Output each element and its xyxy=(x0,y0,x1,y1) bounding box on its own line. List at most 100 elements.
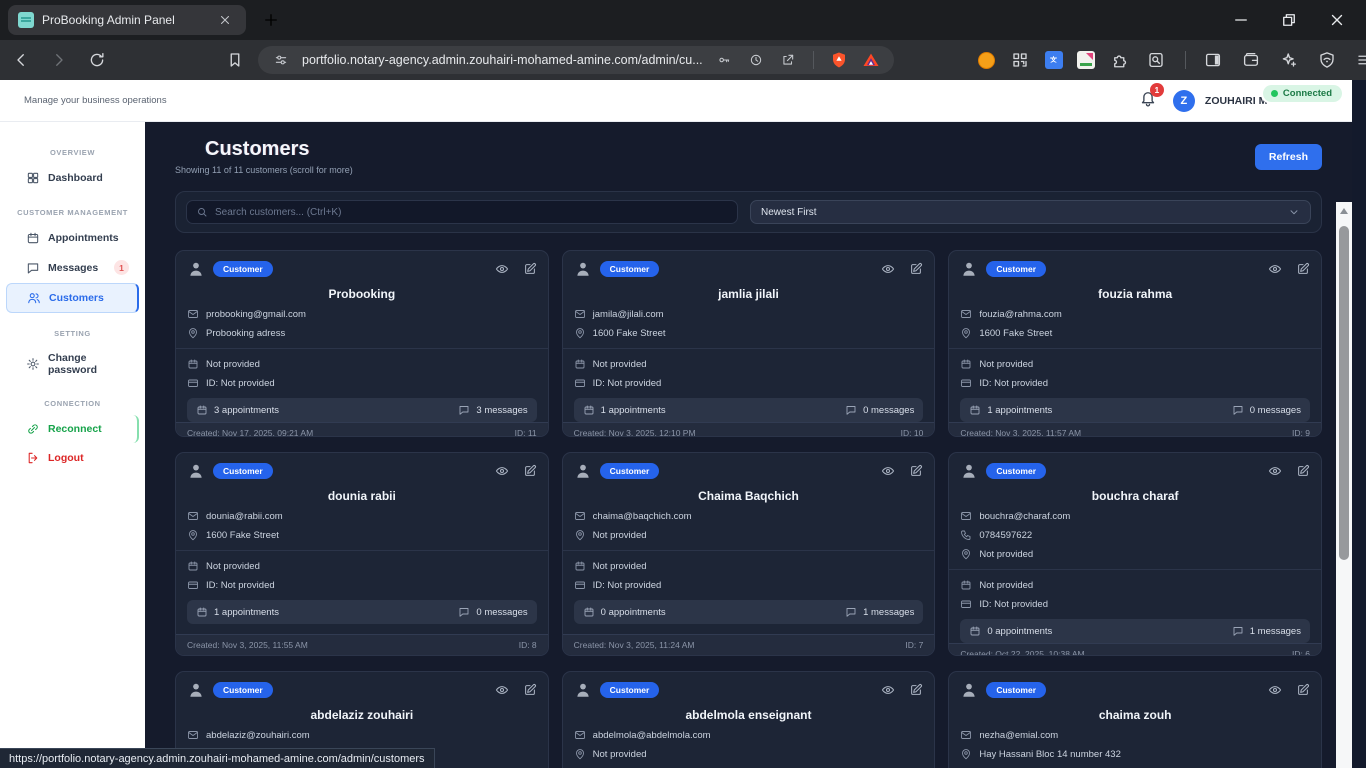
browser-tab[interactable]: ProBooking Admin Panel xyxy=(8,5,246,35)
url-bar[interactable]: portfolio.notary-agency.admin.zouhairi-m… xyxy=(258,46,894,74)
sidebar-section-setting: SETTING xyxy=(54,329,91,338)
customer-name: jamlia jilali xyxy=(718,287,779,301)
sort-select[interactable]: Newest First xyxy=(750,200,1311,224)
sidebar-item-appointments[interactable]: Appointments xyxy=(6,224,139,252)
extension-orange-icon[interactable] xyxy=(977,51,995,69)
forward-icon[interactable] xyxy=(48,49,70,71)
customer-avatar-icon xyxy=(960,681,978,699)
customer-id: ID: 9 xyxy=(1292,428,1310,437)
side-panel-icon[interactable] xyxy=(1202,49,1224,71)
edit-customer-pencil-icon[interactable] xyxy=(909,683,923,697)
customer-email-row: fouzia@rahma.com xyxy=(960,308,1310,320)
sidebar-item-logout[interactable]: Logout xyxy=(6,444,139,472)
edit-customer-pencil-icon[interactable] xyxy=(909,262,923,276)
sidebar-item-change-password[interactable]: Change password xyxy=(6,345,139,383)
card-divider xyxy=(562,550,935,551)
location-pin-icon xyxy=(574,748,586,760)
view-customer-eye-icon[interactable] xyxy=(881,464,895,478)
sidebar-item-messages[interactable]: Messages 1 xyxy=(6,253,139,282)
find-in-page-icon[interactable] xyxy=(1145,49,1167,71)
site-settings-icon[interactable] xyxy=(270,49,292,71)
close-icon[interactable] xyxy=(1326,9,1348,31)
view-customer-eye-icon[interactable] xyxy=(1268,464,1282,478)
calendar-icon xyxy=(969,404,981,416)
sidebar-item-customers[interactable]: Customers xyxy=(6,283,139,313)
appointments-stat: 1 appointments xyxy=(969,404,1052,416)
view-customer-eye-icon[interactable] xyxy=(495,464,509,478)
view-customer-eye-icon[interactable] xyxy=(1268,262,1282,276)
customer-id-document-row: ID: Not provided xyxy=(574,377,924,389)
refresh-button[interactable]: Refresh xyxy=(1254,144,1322,170)
wallet-icon[interactable] xyxy=(1240,49,1262,71)
back-icon[interactable] xyxy=(10,49,32,71)
status-url-tooltip: https://portfolio.notary-agency.admin.zo… xyxy=(0,748,435,768)
page-scrollbar[interactable] xyxy=(1336,202,1352,768)
scrollbar-thumb[interactable] xyxy=(1339,226,1349,560)
calendar-icon xyxy=(187,560,199,572)
view-customer-eye-icon[interactable] xyxy=(1268,683,1282,697)
card-footer: Created: Nov 17, 2025, 09:21 AM ID: 11 xyxy=(176,422,548,437)
customer-avatar-icon xyxy=(960,462,978,480)
customer-schedule-row: Not provided xyxy=(574,560,924,572)
view-customer-eye-icon[interactable] xyxy=(495,683,509,697)
browser-titlebar: ProBooking Admin Panel xyxy=(0,0,1366,40)
chat-icon xyxy=(1232,625,1244,637)
messages-stat: 1 messages xyxy=(845,606,914,618)
sidebar: OVERVIEW Dashboard CUSTOMER MANAGEMENT A… xyxy=(0,122,145,768)
user-avatar[interactable]: Z xyxy=(1172,89,1195,112)
card-divider xyxy=(176,550,548,551)
view-customer-eye-icon[interactable] xyxy=(881,683,895,697)
extension-downloader-icon[interactable] xyxy=(1076,51,1095,69)
customer-email-row: nezha@emial.com xyxy=(960,729,1310,741)
share-icon[interactable] xyxy=(777,49,799,71)
notification-bell-icon[interactable]: 1 xyxy=(1139,83,1164,112)
search-input[interactable] xyxy=(215,206,728,218)
customer-address-row: Not provided xyxy=(960,548,1310,560)
mail-icon xyxy=(187,308,199,320)
tab-close-icon[interactable] xyxy=(214,9,236,31)
view-customer-eye-icon[interactable] xyxy=(881,262,895,276)
extension-translate-icon[interactable] xyxy=(1044,51,1063,69)
edit-customer-pencil-icon[interactable] xyxy=(1296,683,1310,697)
edit-customer-pencil-icon[interactable] xyxy=(523,464,537,478)
customer-email-row: bouchra@charaf.com xyxy=(960,510,1310,522)
customer-stats-bar: 1 appointments 0 messages xyxy=(187,600,537,624)
card-divider xyxy=(176,348,548,349)
url-text[interactable]: portfolio.notary-agency.admin.zouhairi-m… xyxy=(302,53,703,67)
sidebar-item-reconnect[interactable]: Reconnect xyxy=(6,415,139,443)
extensions-puzzle-icon[interactable] xyxy=(1109,49,1131,71)
restore-icon[interactable] xyxy=(1278,9,1300,31)
brave-rewards-icon[interactable] xyxy=(860,49,882,71)
minimize-icon[interactable] xyxy=(1230,9,1252,31)
brave-shield-icon[interactable] xyxy=(828,49,850,71)
calendar-icon xyxy=(960,579,972,591)
id-card-icon xyxy=(187,579,199,591)
vpn-shield-icon[interactable] xyxy=(1316,49,1338,71)
card-divider xyxy=(949,569,1321,570)
messages-count-badge: 1 xyxy=(114,260,129,275)
menu-hamburger-icon[interactable] xyxy=(1354,49,1366,71)
mail-icon xyxy=(574,510,586,522)
edit-customer-pencil-icon[interactable] xyxy=(523,683,537,697)
extension-qr-icon[interactable] xyxy=(1009,49,1031,71)
sidebar-item-dashboard[interactable]: Dashboard xyxy=(6,164,139,192)
edit-customer-pencil-icon[interactable] xyxy=(523,262,537,276)
leo-ai-sparkle-icon[interactable] xyxy=(1278,49,1300,71)
customer-id: ID: 6 xyxy=(1292,649,1310,656)
edit-customer-pencil-icon[interactable] xyxy=(1296,464,1310,478)
view-customer-eye-icon[interactable] xyxy=(495,262,509,276)
edit-customer-pencil-icon[interactable] xyxy=(909,464,923,478)
edit-customer-pencil-icon[interactable] xyxy=(1296,262,1310,276)
reload-icon[interactable] xyxy=(86,49,108,71)
customer-id: ID: 11 xyxy=(514,428,537,437)
password-key-icon[interactable] xyxy=(713,49,735,71)
chat-icon xyxy=(458,404,470,416)
logout-icon xyxy=(26,451,40,465)
connection-status-badge: Connected xyxy=(1262,85,1342,102)
scroll-up-arrow[interactable] xyxy=(1336,204,1352,218)
dashboard-grid-icon xyxy=(26,171,40,185)
bookmarks-icon[interactable] xyxy=(226,49,244,71)
history-clock-icon[interactable] xyxy=(745,49,767,71)
new-tab-icon[interactable] xyxy=(260,9,282,31)
search-box[interactable] xyxy=(186,200,738,224)
